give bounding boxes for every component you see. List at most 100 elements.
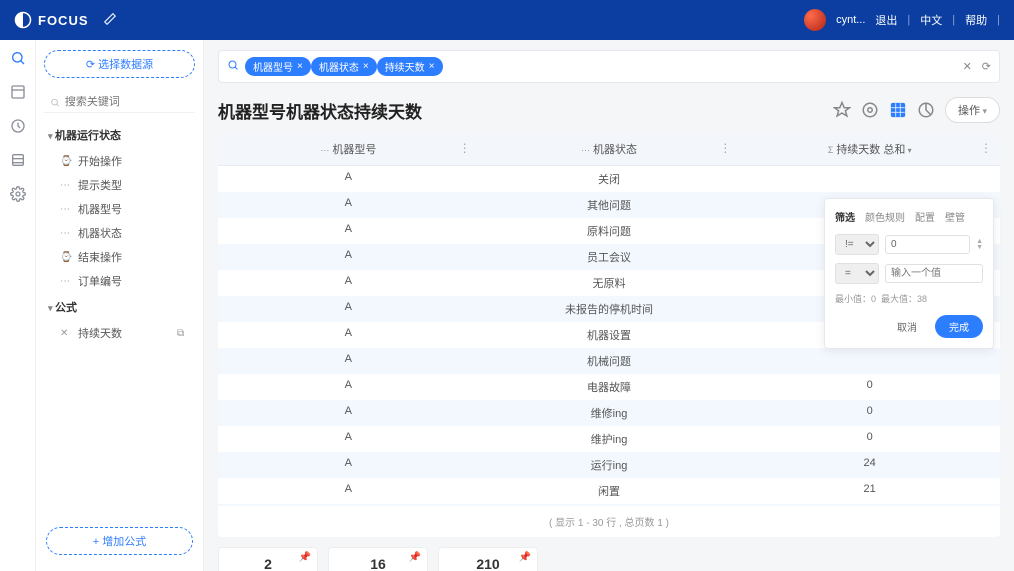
- filter-op2[interactable]: =: [835, 263, 879, 284]
- table-row[interactable]: A机械问题: [218, 348, 1000, 374]
- sidebar-search-input[interactable]: [65, 96, 189, 108]
- filter-tab-config[interactable]: 配置: [915, 209, 935, 224]
- card-pin-icon[interactable]: 📌: [299, 552, 311, 563]
- formula-icon: ✕: [60, 328, 72, 339]
- table-cell: A: [218, 244, 479, 270]
- section-formula[interactable]: 公式: [44, 293, 195, 321]
- query-chip[interactable]: 机器型号 ×: [245, 57, 311, 76]
- chip-remove-icon[interactable]: ×: [363, 61, 369, 72]
- search-icon: [50, 97, 60, 108]
- col-type-icon: ⋯: [320, 145, 329, 155]
- table-cell: A: [218, 296, 479, 322]
- table-cell: 维护ing: [479, 426, 740, 452]
- table-row[interactable]: A维修ing0: [218, 400, 1000, 426]
- field-icon: ⋯: [60, 180, 72, 191]
- table-cell: A: [218, 270, 479, 296]
- history-icon[interactable]: [10, 118, 26, 134]
- col-menu-icon[interactable]: ⋮: [980, 141, 992, 155]
- table-row[interactable]: A运行ing24: [218, 452, 1000, 478]
- help-link[interactable]: 帮助: [965, 12, 987, 28]
- filter-op1[interactable]: !=: [835, 234, 879, 255]
- data-icon[interactable]: [10, 152, 26, 168]
- field-icon: ⌚: [60, 156, 72, 167]
- main-content: 机器型号 ×机器状态 ×持续天数 × ✕ ⟳ 机器型号机器状态持续天数 操作 ⋯…: [204, 40, 1014, 571]
- filter-val2[interactable]: [885, 264, 983, 283]
- cancel-button[interactable]: 取消: [887, 315, 927, 338]
- copy-icon[interactable]: ⧉: [177, 328, 189, 339]
- filter-val1[interactable]: [885, 235, 970, 254]
- filter-tab-filter[interactable]: 筛选: [835, 209, 855, 224]
- col-menu-icon[interactable]: ⋮: [719, 141, 731, 155]
- sidebar-item-label: 订单编号: [78, 273, 122, 289]
- add-formula-button[interactable]: 增加公式: [46, 527, 193, 555]
- table-cell: 21: [739, 478, 1000, 504]
- table-cell: A: [218, 374, 479, 400]
- search-icon[interactable]: [10, 50, 26, 66]
- table-cell: A: [218, 504, 479, 506]
- title-actions: 操作: [833, 97, 1000, 123]
- table-header: Σ持续天数 总和⋮: [739, 133, 1000, 165]
- dashboard-icon[interactable]: [10, 84, 26, 100]
- table-row[interactable]: A关闭: [218, 166, 1000, 192]
- operations-button[interactable]: 操作: [945, 97, 1000, 123]
- table-cell: 其他问题: [479, 192, 740, 218]
- refresh-icon[interactable]: ⟳: [982, 60, 991, 73]
- sidebar-item[interactable]: ⌚开始操作: [44, 149, 195, 173]
- card-pin-icon[interactable]: 📌: [409, 552, 421, 563]
- lang-link[interactable]: 中文: [920, 12, 942, 28]
- sidebar-item-label: 结束操作: [78, 249, 122, 265]
- table-cell: 0: [739, 504, 1000, 506]
- table-cell: 0: [739, 426, 1000, 452]
- app-header: FOCUS cynt... 退出 | 中文 | 帮助 |: [0, 0, 1014, 40]
- logout-link[interactable]: 退出: [875, 12, 897, 28]
- clear-query-icon[interactable]: ✕: [963, 60, 972, 73]
- table-view-icon[interactable]: [889, 101, 907, 119]
- chart-view-icon[interactable]: [917, 101, 935, 119]
- username[interactable]: cynt...: [836, 14, 865, 26]
- table-cell: A: [218, 322, 479, 348]
- avatar[interactable]: [804, 9, 826, 31]
- sidebar-item[interactable]: ⌚结束操作: [44, 245, 195, 269]
- table-cell: 运行ing: [479, 452, 740, 478]
- table-cell: A: [218, 426, 479, 452]
- chip-remove-icon[interactable]: ×: [297, 61, 303, 72]
- sidebar-item[interactable]: ⋯提示类型: [44, 173, 195, 197]
- sidebar-item[interactable]: ⋯机器型号: [44, 197, 195, 221]
- table-cell: A: [218, 452, 479, 478]
- filter-tab-color[interactable]: 颜色规则: [865, 209, 905, 224]
- logo: FOCUS: [14, 11, 89, 29]
- col-label: 机器状态: [593, 144, 637, 156]
- table-row[interactable]: A零件破碎0: [218, 504, 1000, 506]
- edit-icon[interactable]: [103, 12, 117, 29]
- select-source-button[interactable]: 选择数据源: [44, 50, 195, 78]
- sidebar-item[interactable]: ⋯机器状态: [44, 221, 195, 245]
- pin-icon[interactable]: [833, 101, 851, 119]
- sidebar-item[interactable]: ⋯订单编号: [44, 269, 195, 293]
- table-row[interactable]: A电器故障0: [218, 374, 1000, 400]
- query-chip[interactable]: 持续天数 ×: [377, 57, 443, 76]
- table-cell: A: [218, 348, 479, 374]
- chip-remove-icon[interactable]: ×: [429, 61, 435, 72]
- table-cell: 无原料: [479, 270, 740, 296]
- ok-button[interactable]: 完成: [935, 315, 983, 338]
- stepper-icon[interactable]: ▲▼: [976, 239, 983, 251]
- gear-icon[interactable]: [861, 101, 879, 119]
- filter-tab-other[interactable]: 壁管: [945, 209, 965, 224]
- query-chip[interactable]: 机器状态 ×: [311, 57, 377, 76]
- table-cell: 机械问题: [479, 348, 740, 374]
- col-type-icon: Σ: [828, 145, 834, 155]
- sidebar-search[interactable]: [44, 92, 195, 113]
- card-pin-icon[interactable]: 📌: [519, 552, 531, 563]
- query-search-icon: [227, 59, 239, 74]
- table-row[interactable]: A维护ing0: [218, 426, 1000, 452]
- formula-item[interactable]: ✕持续天数 ⧉: [44, 321, 195, 345]
- table-cell: [739, 348, 1000, 374]
- col-menu-icon[interactable]: ⋮: [459, 141, 471, 155]
- sidebar: 选择数据源 机器运行状态 ⌚开始操作⋯提示类型⋯机器型号⋯机器状态⌚结束操作⋯订…: [36, 40, 204, 571]
- summary-card: 📌16机器状态: [328, 547, 428, 571]
- settings-icon[interactable]: [10, 186, 26, 202]
- table-row[interactable]: A闲置21: [218, 478, 1000, 504]
- section-status[interactable]: 机器运行状态: [44, 121, 195, 149]
- table-header: ⋯机器型号⋮: [218, 133, 479, 165]
- logo-icon: [14, 11, 32, 29]
